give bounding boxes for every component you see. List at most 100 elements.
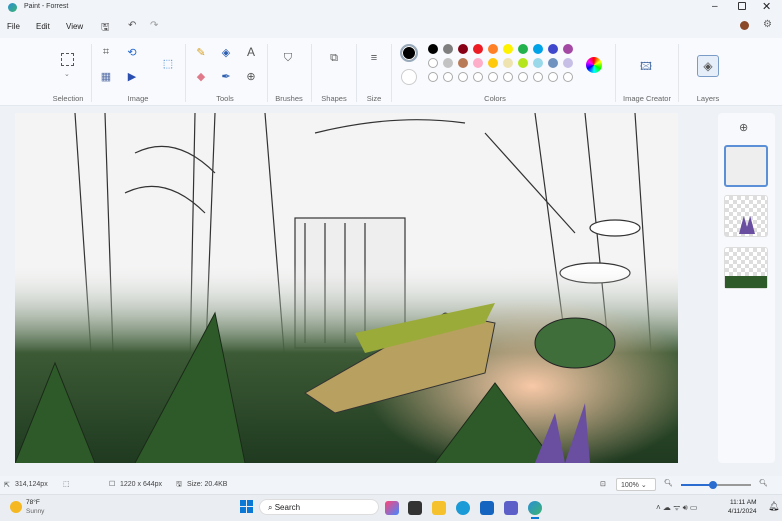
store-icon[interactable] xyxy=(480,501,494,515)
custom-color-slot[interactable] xyxy=(533,72,543,82)
custom-color-slot[interactable] xyxy=(563,72,573,82)
chevron-down-icon[interactable]: ⌄ xyxy=(64,70,70,78)
primary-color[interactable] xyxy=(400,44,418,62)
color-swatch[interactable] xyxy=(533,58,543,68)
magnifier-icon[interactable]: ⊕ xyxy=(243,70,259,83)
secondary-color[interactable] xyxy=(401,69,417,85)
image-creator-icon[interactable]: 🖾 xyxy=(638,58,654,77)
text-icon[interactable]: A xyxy=(243,45,259,59)
group-label-tools: Tools xyxy=(216,94,234,103)
layer-thumbnail-2[interactable] xyxy=(724,195,768,237)
zoom-slider[interactable] xyxy=(681,481,751,489)
color-swatch[interactable] xyxy=(503,44,513,54)
color-swatch[interactable] xyxy=(563,44,573,54)
search-placeholder: Search xyxy=(274,503,301,512)
color-swatch[interactable] xyxy=(458,44,468,54)
system-tray-icons[interactable]: ˄ ☁ ᯤ 🔊︎ ▭ xyxy=(656,502,697,513)
file-explorer-icon[interactable] xyxy=(432,501,446,515)
custom-color-slot[interactable] xyxy=(518,72,528,82)
forest-illustration xyxy=(15,113,678,463)
minimize-button[interactable]: – xyxy=(712,1,718,12)
edit-colors-icon[interactable] xyxy=(586,57,602,73)
layers-panel: ⊕ xyxy=(718,113,775,463)
color-picker-icon[interactable]: ✒ xyxy=(218,70,234,83)
settings-gear-icon[interactable]: ⚙ xyxy=(763,19,772,30)
close-button[interactable]: ✕ xyxy=(762,0,771,13)
notification-bell-icon[interactable]: 🔔︎ xyxy=(768,501,779,512)
image-select-icon[interactable]: ⬚ xyxy=(160,57,176,70)
save-icon[interactable]: 🖫 xyxy=(101,20,110,37)
drawing-canvas[interactable] xyxy=(15,113,678,463)
size-icon[interactable]: ≡ xyxy=(366,52,382,64)
layer-thumbnail-3[interactable] xyxy=(724,247,768,289)
teams-icon[interactable] xyxy=(504,501,518,515)
undo-icon[interactable]: ↶ xyxy=(128,20,136,31)
custom-color-slot[interactable] xyxy=(443,72,453,82)
shapes-icon[interactable]: ⧉ xyxy=(326,52,342,65)
zoom-in-icon[interactable]: 🔍︎ xyxy=(759,479,768,487)
color-swatch[interactable] xyxy=(458,58,468,68)
fit-to-window-icon[interactable]: ⊡ xyxy=(600,480,606,488)
weather-temp: 78°F xyxy=(26,499,40,506)
color-swatch[interactable] xyxy=(443,58,453,68)
divider xyxy=(185,44,186,102)
color-swatch[interactable] xyxy=(518,58,528,68)
layer-thumbnail-1[interactable] xyxy=(724,145,768,187)
cursor-icon: ⇱ xyxy=(4,482,10,489)
menu-edit[interactable]: Edit xyxy=(36,22,50,31)
color-swatch[interactable] xyxy=(563,58,573,68)
rotate-icon[interactable]: ⟲ xyxy=(124,46,140,59)
crop-icon[interactable]: ⌗ xyxy=(98,46,114,59)
color-swatch[interactable] xyxy=(503,58,513,68)
custom-color-slot[interactable] xyxy=(473,72,483,82)
fill-icon[interactable]: ◈ xyxy=(218,46,234,59)
color-swatch[interactable] xyxy=(473,44,483,54)
maximize-button[interactable] xyxy=(738,2,746,10)
color-swatch[interactable] xyxy=(428,58,438,68)
resize-icon[interactable]: ▦ xyxy=(98,70,114,83)
group-label-brushes: Brushes xyxy=(275,94,303,103)
layers-button[interactable]: ◈ xyxy=(697,55,719,77)
active-indicator xyxy=(531,517,539,519)
eraser-icon[interactable]: ◆ xyxy=(193,70,209,83)
group-label-colors: Colors xyxy=(484,94,506,103)
custom-color-slot[interactable] xyxy=(428,72,438,82)
paint-taskbar-icon[interactable] xyxy=(528,501,542,515)
color-swatch[interactable] xyxy=(473,58,483,68)
file-size-icon: 🖫 xyxy=(176,481,182,488)
color-swatch[interactable] xyxy=(443,44,453,54)
color-swatch[interactable] xyxy=(428,44,438,54)
task-view-icon[interactable] xyxy=(408,501,422,515)
color-swatch[interactable] xyxy=(548,44,558,54)
zoom-out-icon[interactable]: 🔍︎ xyxy=(664,479,673,487)
group-label-image-creator: Image Creator xyxy=(623,94,671,103)
color-swatch[interactable] xyxy=(533,44,543,54)
edge-icon[interactable] xyxy=(456,501,470,515)
select-icon[interactable] xyxy=(61,53,74,66)
add-layer-icon[interactable]: ⊕ xyxy=(739,121,748,134)
brush-icon[interactable]: ⛉ xyxy=(280,52,296,65)
copilot-icon[interactable] xyxy=(385,501,399,515)
group-label-layers: Layers xyxy=(696,94,720,103)
custom-color-slot[interactable] xyxy=(548,72,558,82)
divider xyxy=(356,44,357,102)
color-swatch[interactable] xyxy=(518,44,528,54)
weather-sun-icon[interactable] xyxy=(10,501,22,513)
menu-view[interactable]: View xyxy=(66,22,83,31)
pencil-icon[interactable]: ✎ xyxy=(193,46,209,59)
color-swatch[interactable] xyxy=(488,44,498,54)
color-swatch[interactable] xyxy=(488,58,498,68)
taskbar-search[interactable]: ⌕ Search xyxy=(259,499,379,515)
menu-file[interactable]: File xyxy=(7,22,20,31)
start-windows-icon[interactable] xyxy=(240,500,253,513)
title-bar xyxy=(0,0,782,16)
avatar[interactable] xyxy=(740,21,749,30)
flip-icon[interactable]: ▶ xyxy=(124,70,140,83)
custom-color-slot[interactable] xyxy=(488,72,498,82)
custom-color-slot[interactable] xyxy=(458,72,468,82)
color-swatch[interactable] xyxy=(548,58,558,68)
divider xyxy=(267,44,268,102)
redo-icon[interactable]: ↷ xyxy=(150,20,158,31)
zoom-select[interactable]: 100% ⌄ xyxy=(616,478,656,491)
custom-color-slot[interactable] xyxy=(503,72,513,82)
